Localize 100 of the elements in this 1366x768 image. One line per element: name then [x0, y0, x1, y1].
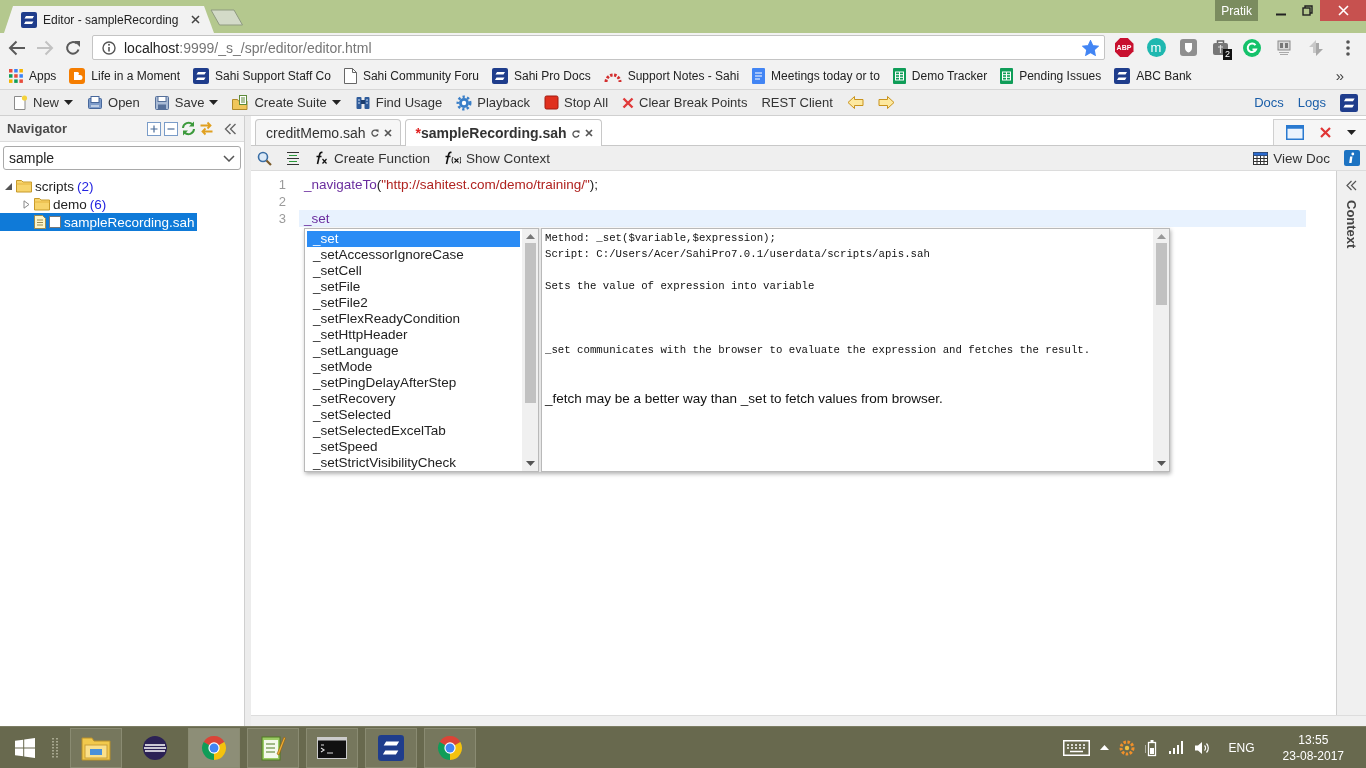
expand-icon[interactable]	[1346, 180, 1357, 191]
suggestion-item[interactable]: _setLanguage	[307, 343, 520, 359]
suggestion-item[interactable]: _setFile2	[307, 295, 520, 311]
toolbar-button[interactable]: Clear Break Points	[622, 95, 748, 110]
down-arrow-icon[interactable]	[525, 461, 535, 466]
close-icon[interactable]	[383, 128, 392, 137]
bookmark[interactable]: Meetings today or to	[752, 67, 880, 84]
suggestion-item[interactable]: _setFlexReadyCondition	[307, 311, 520, 327]
toolbar-button[interactable]: Create Function	[314, 150, 431, 166]
refresh-icon[interactable]	[181, 121, 196, 136]
info-icon[interactable]	[102, 40, 116, 55]
signal-icon[interactable]	[1168, 741, 1184, 754]
bookmark[interactable]: ABC Bank	[1114, 67, 1192, 84]
speaker-icon[interactable]	[1193, 740, 1211, 755]
toolbar-button[interactable]: View Doc	[1253, 150, 1330, 166]
scrollbar[interactable]	[1153, 229, 1169, 471]
tree-item[interactable]: sampleRecording.sah	[0, 213, 197, 231]
suggestion-item[interactable]: _setSelected	[307, 407, 520, 423]
language-indicator[interactable]: ENG	[1228, 740, 1255, 755]
logo-icon	[1114, 67, 1131, 84]
up-arrow-icon[interactable]	[1156, 234, 1166, 239]
bookmark[interactable]: Apps	[9, 68, 57, 83]
windows-icon[interactable]	[15, 737, 35, 758]
toolbar-button[interactable]: Show Context	[444, 150, 551, 166]
address-bar[interactable]: localhost:9999/_s_/spr/editor/editor.html	[92, 35, 1105, 60]
link[interactable]: Docs	[1254, 95, 1284, 110]
doc-text: Sets the value of expression into variable	[545, 279, 816, 294]
lines-icon[interactable]	[286, 150, 300, 166]
flower-icon[interactable]	[1118, 739, 1135, 756]
toolbar-button[interactable]: Find Usage	[354, 94, 443, 111]
filter-dropdown[interactable]: sample	[3, 146, 241, 170]
logo-icon[interactable]	[1340, 93, 1358, 112]
editor-tab[interactable]: *sampleRecording.sah	[404, 119, 602, 146]
reload-icon[interactable]	[65, 39, 81, 56]
refresh-icon[interactable]	[370, 128, 379, 137]
clock[interactable]: 13:55 23-08-2017	[1282, 731, 1344, 764]
bookmark[interactable]: Sahi Pro Docs	[492, 67, 591, 84]
restore-icon[interactable]	[1301, 5, 1313, 16]
suggestion-item[interactable]: _setSpeed	[307, 439, 520, 455]
caret-icon[interactable]	[1347, 130, 1356, 135]
toolbar-button[interactable]: Playback	[456, 94, 530, 111]
down-arrow-icon[interactable]	[1156, 461, 1166, 466]
window-icon[interactable]	[1286, 125, 1304, 140]
close-icon[interactable]	[191, 15, 200, 24]
bookmark[interactable]: Sahi Community Foru	[343, 67, 479, 84]
suggestion-item[interactable]: _setFile	[307, 279, 520, 295]
more-bookmarks-button[interactable]: »	[1335, 67, 1344, 84]
toolbar-button[interactable]: REST Client	[761, 95, 833, 110]
shield-icon[interactable]	[1179, 39, 1197, 56]
tree-item[interactable]: scripts (2)	[0, 177, 96, 195]
star-icon[interactable]	[1082, 39, 1099, 56]
box-icon[interactable]	[1276, 39, 1292, 56]
collapsed-triangle-icon[interactable]	[22, 199, 31, 209]
profile-button[interactable]: Pratik	[1215, 0, 1258, 21]
taskbar-button[interactable]	[306, 727, 358, 768]
tree-item[interactable]: demo (6)	[0, 195, 109, 213]
refresh-icon[interactable]	[571, 128, 580, 138]
info-icon[interactable]	[1344, 150, 1360, 166]
link[interactable]: Logs	[1297, 95, 1326, 110]
suggestion-item[interactable]: _setSelectedExcelTab	[307, 423, 520, 439]
keyboard-icon[interactable]	[1062, 739, 1090, 756]
suggestion-item[interactable]: _setPingDelayAfterStep	[307, 375, 520, 391]
collapse-all-icon[interactable]	[164, 121, 178, 136]
taskbar-button[interactable]	[247, 727, 299, 768]
suggestion-item[interactable]: _setRecovery	[307, 391, 520, 407]
suggestion-item[interactable]: _setStrictVisibilityCheck	[307, 455, 520, 471]
bookmark[interactable]: Demo Tracker	[892, 67, 988, 84]
scrollbar[interactable]	[522, 229, 538, 471]
up-arrow-icon[interactable]	[525, 234, 535, 239]
bookmark[interactable]: Sahi Support Staff Co	[193, 67, 331, 84]
close-icon[interactable]	[584, 129, 593, 137]
taskbar-button[interactable]	[365, 727, 417, 768]
close-icon[interactable]	[1320, 127, 1331, 138]
collapse-icon[interactable]	[224, 122, 237, 135]
toolbar-button[interactable]: Create Suite	[232, 94, 341, 111]
battery-icon[interactable]	[1144, 738, 1159, 757]
suggestion-item[interactable]: _setAccessorIgnoreCase	[307, 247, 520, 263]
panel-title[interactable]: Context	[1344, 200, 1359, 249]
menu-icon[interactable]	[1346, 39, 1350, 56]
suggestion-item[interactable]: _setCell	[307, 263, 520, 279]
back-icon[interactable]	[8, 39, 26, 56]
suggestion-item[interactable]: _setHttpHeader	[307, 327, 520, 343]
suggestion-item[interactable]: _setMode	[307, 359, 520, 375]
expanded-triangle-icon[interactable]	[4, 181, 13, 191]
scroll-thumb[interactable]	[1155, 243, 1167, 305]
toolbar-button[interactable]: Save	[153, 94, 219, 111]
toolbar-button[interactable]: Open	[87, 94, 140, 111]
bookmark[interactable]: Life in a Moment	[69, 67, 181, 84]
scroll-thumb[interactable]	[524, 243, 536, 403]
editor-tab[interactable]: creditMemo.sah	[255, 119, 401, 145]
toolbar-button[interactable]: New	[12, 94, 73, 111]
toolbar-button[interactable]: Stop All	[543, 95, 609, 110]
close-button[interactable]	[1320, 0, 1366, 21]
bookmark[interactable]: Pending Issues	[1000, 67, 1102, 84]
chevron-down-icon	[223, 154, 235, 162]
caret-up-icon[interactable]	[1099, 745, 1109, 750]
search-icon[interactable]	[257, 150, 272, 166]
expand-all-icon[interactable]	[147, 121, 161, 136]
browser-tab[interactable]: Editor - sampleRecording	[4, 6, 214, 33]
bookmark[interactable]: Support Notes - Sahi	[603, 68, 740, 83]
